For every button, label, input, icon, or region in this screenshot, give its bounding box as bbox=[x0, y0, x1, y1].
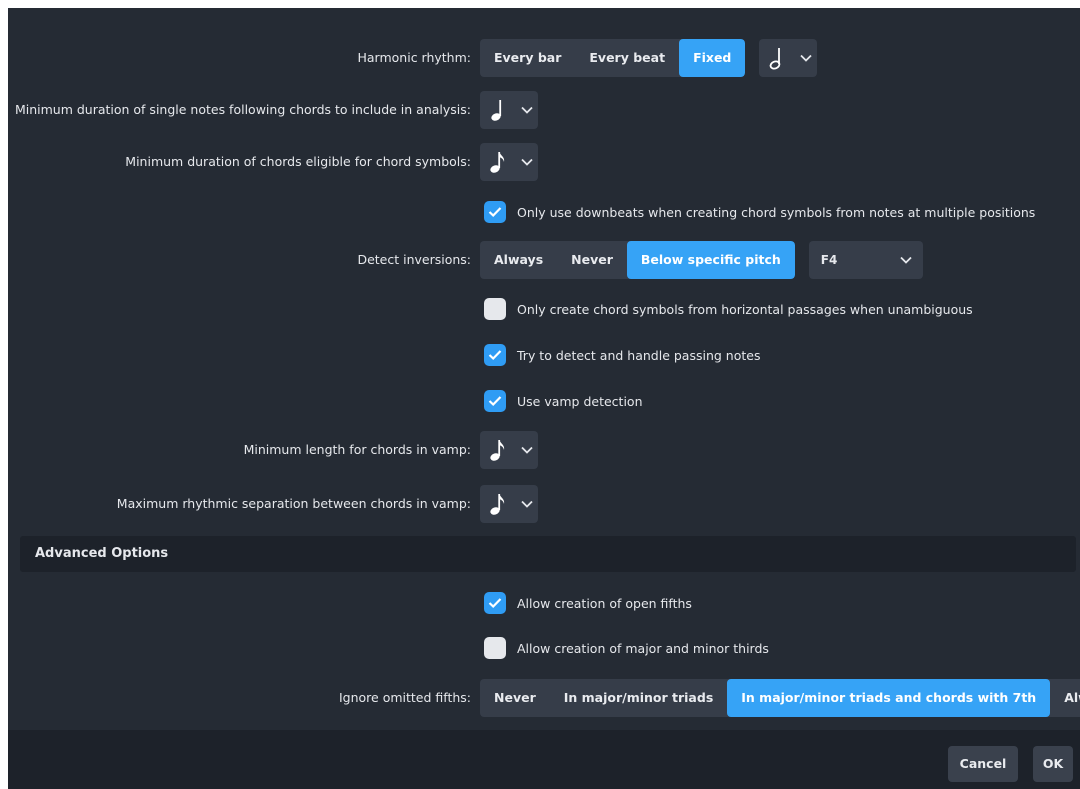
thirds-checkbox[interactable] bbox=[484, 637, 506, 659]
harmonic-rhythm-selector: Every bar Every beat Fixed bbox=[480, 39, 746, 77]
omitted-fifths-always[interactable]: Always bbox=[1050, 679, 1080, 717]
chevron-down-icon bbox=[516, 106, 538, 114]
omitted-fifths-triads[interactable]: In major/minor triads bbox=[550, 679, 728, 717]
chevron-down-icon bbox=[516, 158, 538, 166]
checkmark-icon bbox=[488, 350, 502, 361]
harmonic-rhythm-every-beat[interactable]: Every beat bbox=[575, 39, 679, 77]
detect-inversions-row: Detect inversions: Always Never Below sp… bbox=[8, 241, 1080, 279]
vamp-max-separation-row: Maximum rhythmic separation between chor… bbox=[8, 485, 1080, 523]
quarter-note-icon bbox=[480, 98, 516, 122]
advanced-options-header[interactable]: Advanced Options bbox=[20, 536, 1076, 572]
inversion-pitch-value: F4 bbox=[820, 253, 838, 267]
thirds-option: Allow creation of major and minor thirds bbox=[484, 636, 769, 660]
chevron-down-icon bbox=[516, 446, 538, 454]
detect-inversions-label: Detect inversions: bbox=[357, 252, 471, 267]
vamp-max-separation-dropdown[interactable] bbox=[480, 485, 538, 523]
harmonic-rhythm-row: Harmonic rhythm: Every bar Every beat Fi… bbox=[8, 39, 1080, 77]
dialog-footer: Cancel OK bbox=[8, 730, 1080, 789]
omitted-fifths-selector: Never In major/minor triads In major/min… bbox=[480, 679, 1080, 717]
half-note-icon bbox=[759, 46, 795, 70]
chord-symbols-dialog: Harmonic rhythm: Every bar Every beat Fi… bbox=[8, 8, 1080, 789]
thirds-label: Allow creation of major and minor thirds bbox=[517, 640, 769, 656]
omitted-fifths-never[interactable]: Never bbox=[480, 679, 550, 717]
passing-notes-option: Try to detect and handle passing notes bbox=[484, 343, 760, 367]
checkmark-icon bbox=[488, 396, 502, 407]
vamp-max-separation-label: Maximum rhythmic separation between chor… bbox=[116, 496, 471, 511]
checkmark-icon bbox=[488, 598, 502, 609]
min-chord-duration-dropdown[interactable] bbox=[480, 143, 538, 181]
vamp-detection-label: Use vamp detection bbox=[517, 393, 643, 409]
min-single-notes-row: Minimum duration of single notes followi… bbox=[8, 91, 1080, 129]
open-fifths-checkbox[interactable] bbox=[484, 592, 506, 614]
advanced-options-title: Advanced Options bbox=[35, 546, 169, 561]
only-downbeats-label: Only use downbeats when creating chord s… bbox=[517, 204, 1036, 220]
vamp-min-length-row: Minimum length for chords in vamp: bbox=[8, 431, 1080, 469]
min-chord-duration-label: Minimum duration of chords eligible for … bbox=[125, 154, 471, 169]
chevron-down-icon bbox=[516, 500, 538, 508]
horizontal-passages-option: Only create chord symbols from horizonta… bbox=[484, 297, 973, 321]
passing-notes-checkbox[interactable] bbox=[484, 344, 506, 366]
eighth-note-icon bbox=[480, 438, 516, 462]
min-single-notes-label: Minimum duration of single notes followi… bbox=[14, 102, 471, 117]
omitted-fifths-label: Ignore omitted fifths: bbox=[338, 690, 471, 705]
harmonic-rhythm-every-bar[interactable]: Every bar bbox=[480, 39, 575, 77]
cancel-button[interactable]: Cancel bbox=[948, 746, 1018, 782]
horizontal-passages-label: Only create chord symbols from horizonta… bbox=[517, 301, 973, 317]
min-single-notes-dropdown[interactable] bbox=[480, 91, 538, 129]
harmonic-rhythm-note-dropdown[interactable] bbox=[759, 39, 818, 77]
detect-inversions-below-pitch[interactable]: Below specific pitch bbox=[626, 241, 795, 279]
harmonic-rhythm-label: Harmonic rhythm: bbox=[357, 50, 472, 65]
ok-button[interactable]: OK bbox=[1033, 746, 1073, 782]
min-chord-duration-row: Minimum duration of chords eligible for … bbox=[8, 143, 1080, 181]
checkmark-icon bbox=[488, 207, 502, 218]
vamp-detection-checkbox[interactable] bbox=[484, 390, 506, 412]
eighth-note-icon bbox=[480, 150, 516, 174]
omitted-fifths-row: Ignore omitted fifths: Never In major/mi… bbox=[8, 679, 1080, 717]
eighth-note-icon bbox=[480, 492, 516, 516]
passing-notes-label: Try to detect and handle passing notes bbox=[517, 347, 761, 363]
detect-inversions-always[interactable]: Always bbox=[480, 241, 557, 279]
horizontal-passages-checkbox[interactable] bbox=[484, 298, 506, 320]
vamp-detection-option: Use vamp detection bbox=[484, 389, 643, 413]
vamp-min-length-label: Minimum length for chords in vamp: bbox=[243, 442, 471, 457]
vamp-min-length-dropdown[interactable] bbox=[480, 431, 538, 469]
only-downbeats-checkbox[interactable] bbox=[484, 201, 506, 223]
open-fifths-label: Allow creation of open fifths bbox=[517, 595, 692, 611]
inversion-pitch-dropdown[interactable]: F4 bbox=[808, 241, 923, 279]
chevron-down-icon bbox=[795, 54, 817, 62]
chevron-down-icon bbox=[895, 256, 917, 264]
only-downbeats-option: Only use downbeats when creating chord s… bbox=[484, 200, 1035, 224]
detect-inversions-selector: Always Never Below specific pitch bbox=[480, 241, 795, 279]
omitted-fifths-triads-and-7th[interactable]: In major/minor triads and chords with 7t… bbox=[727, 679, 1051, 717]
harmonic-rhythm-fixed[interactable]: Fixed bbox=[679, 39, 746, 77]
open-fifths-option: Allow creation of open fifths bbox=[484, 591, 692, 615]
detect-inversions-never[interactable]: Never bbox=[557, 241, 627, 279]
